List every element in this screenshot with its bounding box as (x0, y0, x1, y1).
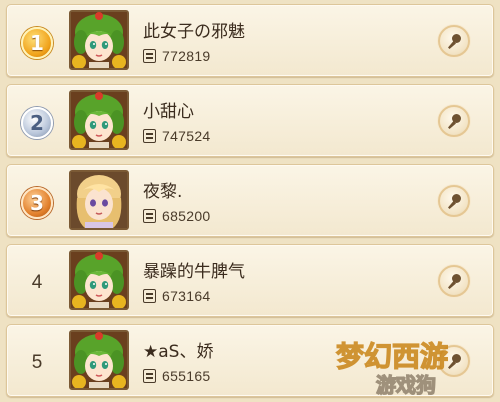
microphone-icon (445, 192, 463, 210)
player-avatar[interactable] (69, 90, 129, 150)
player-name: 夜黎. (143, 182, 183, 202)
rank-medal-icon: 1 (21, 27, 53, 59)
player-avatar[interactable] (69, 330, 129, 390)
player-score: 747524 (162, 128, 211, 144)
score-group: 685200 (143, 207, 211, 225)
watermark-text: 梦幻西游 (336, 340, 448, 373)
player-name: 此女子の邪魅 (143, 22, 245, 42)
microphone-icon (445, 272, 463, 290)
player-avatar[interactable] (69, 10, 129, 70)
microphone-button[interactable] (438, 25, 470, 57)
leaderboard-row[interactable]: 3 夜黎. 685200 (6, 164, 494, 237)
microphone-button[interactable] (438, 105, 470, 137)
player-score: 772819 (162, 48, 211, 64)
player-avatar[interactable] (69, 250, 129, 310)
score-group: 747524 (143, 127, 211, 145)
rank-medal-icon: 2 (21, 107, 53, 139)
leaderboard-row[interactable]: 4 暴躁的牛脾气 673164 (6, 244, 494, 317)
document-icon (143, 129, 156, 143)
player-name: ★aS、娇 (143, 342, 214, 362)
microphone-icon (445, 112, 463, 130)
player-avatar[interactable] (69, 170, 129, 230)
document-icon (143, 369, 156, 383)
microphone-button[interactable] (438, 185, 470, 217)
player-score: 673164 (162, 288, 211, 304)
leaderboard-row[interactable]: 1 此女子の邪魅 772819 (6, 4, 494, 77)
document-icon (143, 289, 156, 303)
score-group: 673164 (143, 287, 211, 305)
score-group: 772819 (143, 47, 211, 65)
watermark-site: 游戏狗 (376, 373, 436, 397)
player-name: 小甜心 (143, 102, 194, 122)
microphone-icon (445, 32, 463, 50)
rank-medal-icon: 3 (21, 187, 53, 219)
player-score: 685200 (162, 208, 211, 224)
player-name: 暴躁的牛脾气 (143, 262, 245, 282)
player-score: 655165 (162, 368, 211, 384)
score-group: 655165 (143, 367, 211, 385)
rank-number: 4 (31, 272, 43, 293)
watermark-logo: 梦幻西游 游戏狗 (335, 339, 448, 397)
leaderboard-row[interactable]: 2 小甜心 747524 (6, 84, 494, 157)
document-icon (143, 209, 156, 223)
rank-number: 5 (31, 352, 43, 373)
document-icon (143, 49, 156, 63)
microphone-button[interactable] (438, 265, 470, 297)
